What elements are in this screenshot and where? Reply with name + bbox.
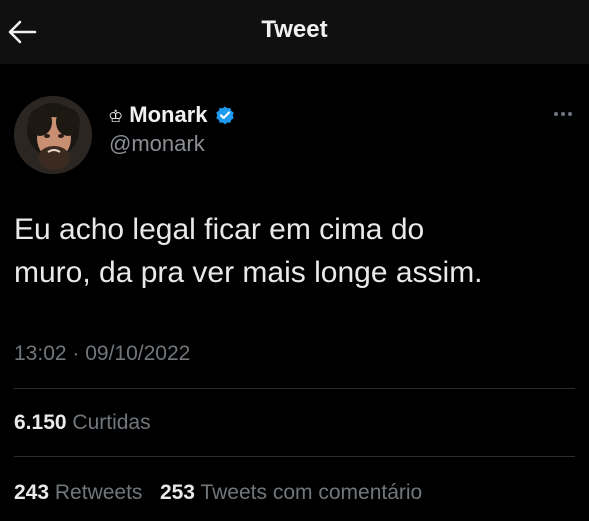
quote-tweets-stat[interactable]: 253 Tweets com comentário xyxy=(160,481,422,504)
retweets-label: Retweets xyxy=(54,481,143,504)
dot-icon xyxy=(554,112,558,116)
engagement-stats: 243 Retweets 253 Tweets com comentário xyxy=(14,481,422,505)
divider xyxy=(14,388,575,389)
likes-count: 6.150 xyxy=(14,411,67,434)
author-display-name[interactable]: Monark xyxy=(129,102,207,128)
retweets-stat[interactable]: 243 Retweets xyxy=(14,481,142,504)
verified-badge-icon xyxy=(215,106,234,125)
page-title: Tweet xyxy=(261,16,328,43)
tweet-text: Eu acho legal ficar em cima do muro, da … xyxy=(14,213,483,289)
avatar-photo xyxy=(14,96,92,174)
author-name-row[interactable]: ♔ Monark xyxy=(108,101,236,129)
dot-icon xyxy=(561,112,565,116)
author-handle[interactable]: @monark xyxy=(109,131,205,157)
divider xyxy=(14,456,575,457)
top-bar: Tweet xyxy=(0,0,589,64)
dot-icon xyxy=(568,112,572,116)
likes-label: Curtidas xyxy=(72,411,151,434)
retweets-count: 243 xyxy=(14,481,50,504)
avatar[interactable] xyxy=(14,96,92,174)
quote-tweets-label: Tweets com comentário xyxy=(200,481,423,504)
likes-stat[interactable]: 6.150 Curtidas xyxy=(14,411,151,435)
tweet-timestamp[interactable]: 13:02 · 09/10/2022 xyxy=(14,342,190,366)
crown-icon: ♔ xyxy=(108,107,124,126)
more-options-button[interactable] xyxy=(548,104,578,124)
quote-tweets-count: 253 xyxy=(159,481,195,504)
